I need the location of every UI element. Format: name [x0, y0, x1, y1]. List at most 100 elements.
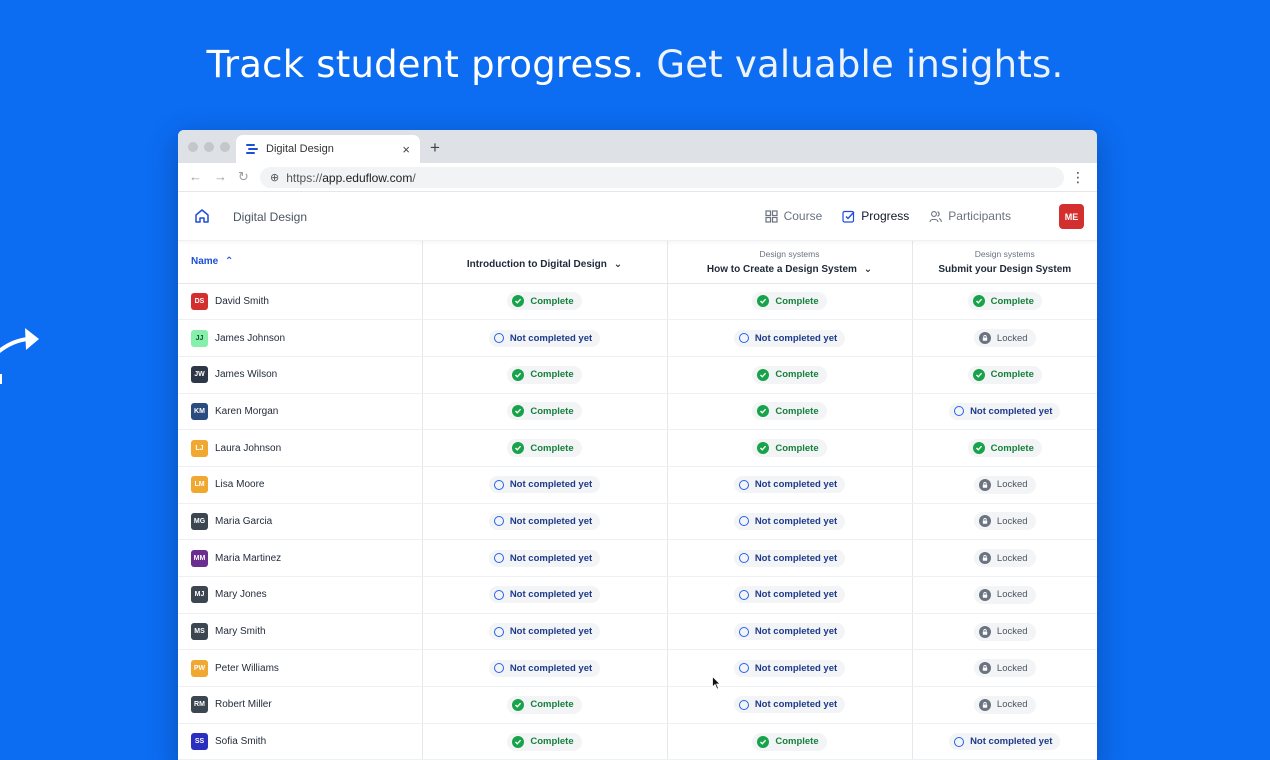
status-label: Locked	[996, 332, 1028, 344]
lock-icon	[978, 662, 991, 675]
status-cell[interactable]: Not completed yet	[912, 723, 1097, 760]
table-row[interactable]: JW James Wilson Complete Complete Complete	[178, 356, 1097, 394]
new-tab-button[interactable]: +	[430, 138, 440, 158]
status-cell[interactable]: Not completed yet	[422, 539, 668, 577]
status-cell[interactable]: Locked	[912, 686, 1097, 724]
browser-tab[interactable]: Digital Design ×	[236, 135, 420, 163]
status-cell[interactable]: Complete	[422, 723, 668, 760]
student-cell[interactable]: JJ James Johnson	[178, 319, 423, 357]
status-cell[interactable]: Locked	[912, 649, 1097, 688]
table-row[interactable]: MS Mary Smith Not completed yet Not complet…	[178, 613, 1097, 651]
check-circle-icon	[512, 698, 525, 711]
status-cell[interactable]: Complete	[422, 356, 668, 394]
table-row[interactable]: RM Robert Miller Complete Not completed yet…	[178, 686, 1097, 724]
status-cell[interactable]: Locked	[912, 613, 1097, 651]
status-cell[interactable]: Not completed yet	[422, 649, 668, 688]
table-row[interactable]: LJ Laura Johnson Complete Complete Complete	[178, 429, 1097, 467]
student-cell[interactable]: JW James Wilson	[178, 356, 423, 394]
status-cell[interactable]: Complete	[667, 393, 913, 431]
status-cell[interactable]: Not completed yet	[667, 539, 913, 577]
status-cell[interactable]: Complete	[667, 283, 913, 321]
column-header-2[interactable]: Design systems How to Create a Design Sy…	[667, 241, 913, 284]
status-cell[interactable]: Locked	[912, 576, 1097, 614]
student-name: Maria Garcia	[215, 515, 273, 527]
table-row[interactable]: LM Lisa Moore Not completed yet Not complet…	[178, 466, 1097, 504]
status-badge: Locked	[973, 475, 1036, 494]
back-arrow-icon[interactable]: ←	[189, 169, 202, 184]
status-cell[interactable]: Not completed yet	[422, 319, 668, 357]
student-cell[interactable]: MJ Mary Jones	[178, 576, 423, 614]
table-row[interactable]: KM Karen Morgan Complete Complete Not comple…	[178, 393, 1097, 431]
home-icon[interactable]	[194, 208, 210, 224]
status-cell[interactable]: Complete	[422, 393, 668, 431]
nav-course[interactable]: Course	[764, 209, 822, 223]
column-header-3[interactable]: Design systems Submit your Design System	[912, 241, 1097, 284]
student-cell[interactable]: KM Karen Morgan	[178, 393, 423, 431]
status-cell[interactable]: Not completed yet	[667, 576, 913, 614]
status-cell[interactable]: Not completed yet	[667, 686, 913, 724]
student-cell[interactable]: LM Lisa Moore	[178, 466, 423, 504]
status-cell[interactable]: Complete	[422, 429, 668, 467]
forward-arrow-icon[interactable]: →	[214, 169, 227, 184]
status-cell[interactable]: Not completed yet	[422, 466, 668, 504]
status-badge: Complete	[752, 365, 827, 384]
status-cell[interactable]: Not completed yet	[422, 613, 668, 651]
table-row[interactable]: MM Maria Martinez Not completed yet Not com…	[178, 539, 1097, 577]
browser-menu-icon[interactable]: ⋮	[1071, 169, 1085, 186]
student-cell[interactable]: MG Maria Garcia	[178, 503, 423, 541]
status-cell[interactable]: Complete	[667, 429, 913, 467]
student-cell[interactable]: SS Sofia Smith	[178, 723, 423, 760]
status-cell[interactable]: Not completed yet	[422, 576, 668, 614]
nav-participants[interactable]: Participants	[929, 209, 1011, 223]
student-cell[interactable]: RM Robert Miller	[178, 686, 423, 724]
student-cell[interactable]: MM Maria Martinez	[178, 539, 423, 577]
empty-circle-icon	[738, 699, 749, 710]
status-cell[interactable]: Locked	[912, 539, 1097, 577]
status-cell[interactable]: Complete	[912, 283, 1097, 321]
status-cell[interactable]: Not completed yet	[667, 319, 913, 357]
url-field[interactable]: ⊕ https://app.eduflow.com /	[260, 167, 1064, 188]
status-cell[interactable]: Complete	[667, 356, 913, 394]
status-cell[interactable]: Locked	[912, 319, 1097, 357]
maximize-window-dot[interactable]	[220, 142, 230, 152]
empty-circle-icon	[738, 663, 749, 674]
close-window-dot[interactable]	[188, 142, 198, 152]
table-row[interactable]: SS Sofia Smith Complete Complete Not complet…	[178, 723, 1097, 760]
status-cell[interactable]: Not completed yet	[912, 393, 1097, 431]
status-badge: Locked	[973, 549, 1036, 568]
student-cell[interactable]: DS David Smith	[178, 283, 423, 321]
status-badge: Complete	[507, 365, 582, 384]
status-cell[interactable]: Complete	[667, 723, 913, 760]
status-cell[interactable]: Locked	[912, 503, 1097, 541]
lock-icon	[978, 478, 991, 491]
table-row[interactable]: PW Peter Williams Not completed yet Not com…	[178, 649, 1097, 688]
table-row[interactable]: MJ Mary Jones Not completed yet Not complet…	[178, 576, 1097, 614]
status-cell[interactable]: Not completed yet	[667, 613, 913, 651]
status-cell[interactable]: Not completed yet	[422, 503, 668, 541]
status-cell[interactable]: Complete	[912, 356, 1097, 394]
course-title[interactable]: Digital Design	[233, 210, 307, 224]
table-body: DS David Smith Complete Complete Complete JJ J…	[178, 283, 1097, 760]
reload-icon[interactable]: ↻	[238, 169, 249, 185]
minimize-window-dot[interactable]	[204, 142, 214, 152]
status-cell[interactable]: Not completed yet	[667, 503, 913, 541]
name-column-header[interactable]: Name ⌃	[178, 241, 423, 284]
table-row[interactable]: DS David Smith Complete Complete Complete	[178, 283, 1097, 321]
status-cell[interactable]: Complete	[422, 686, 668, 724]
status-cell[interactable]: Not completed yet	[667, 649, 913, 688]
nav-progress[interactable]: Progress	[842, 209, 909, 223]
student-cell[interactable]: PW Peter Williams	[178, 649, 423, 688]
status-cell[interactable]: Complete	[912, 429, 1097, 467]
user-avatar[interactable]: ME	[1059, 204, 1084, 229]
status-cell[interactable]: Not completed yet	[667, 466, 913, 504]
tab-close-icon[interactable]: ×	[402, 142, 410, 157]
table-row[interactable]: JJ James Johnson Not completed yet Not comp…	[178, 319, 1097, 357]
student-name: Lisa Moore	[215, 479, 265, 491]
status-cell[interactable]: Complete	[422, 283, 668, 321]
student-cell[interactable]: MS Mary Smith	[178, 613, 423, 651]
table-row[interactable]: MG Maria Garcia Not completed yet Not compl…	[178, 503, 1097, 541]
student-cell[interactable]: LJ Laura Johnson	[178, 429, 423, 467]
column-header-1[interactable]: Introduction to Digital Design ⌄	[422, 241, 668, 284]
status-cell[interactable]: Locked	[912, 466, 1097, 504]
student-avatar: MM	[191, 549, 208, 567]
